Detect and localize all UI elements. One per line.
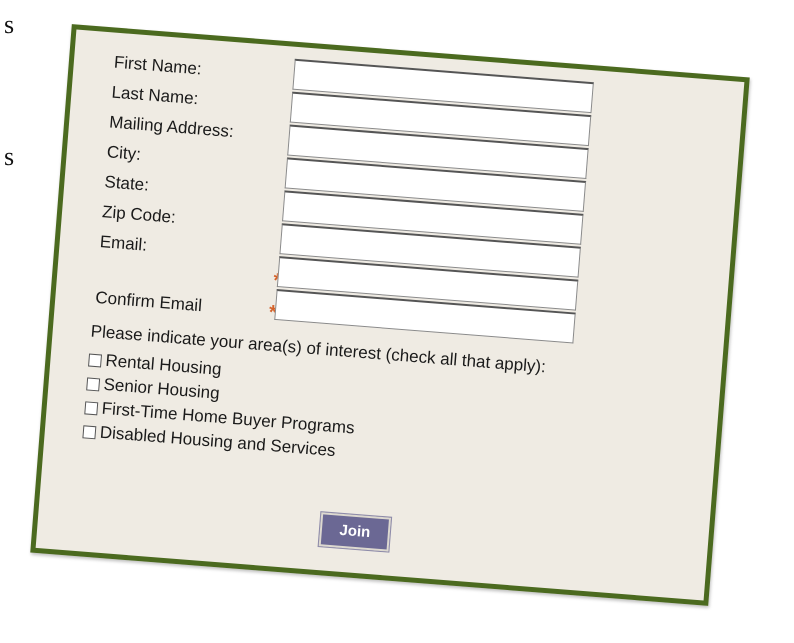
first-name-label: First Name: bbox=[113, 52, 203, 79]
first-time-home-buyer-checkbox[interactable] bbox=[84, 400, 99, 415]
signup-form-card: First Name: Last Name: Mailing Address: … bbox=[30, 24, 750, 606]
confirm-email-label: Confirm Email bbox=[94, 287, 203, 316]
state-label: State: bbox=[103, 172, 150, 195]
zip-code-label: Zip Code: bbox=[101, 202, 177, 227]
email-label: Email: bbox=[99, 232, 148, 255]
city-label: City: bbox=[106, 142, 142, 164]
senior-housing-checkbox[interactable] bbox=[86, 376, 101, 391]
mailing-address-label: Mailing Address: bbox=[108, 112, 235, 142]
background-text-fragment: s bbox=[4, 142, 15, 171]
form-fields bbox=[274, 58, 602, 344]
last-name-label: Last Name: bbox=[110, 82, 200, 109]
screenshot-page: s s First Name: Last Name: Mailing Addre… bbox=[0, 0, 794, 643]
rental-housing-checkbox[interactable] bbox=[88, 353, 103, 367]
disabled-housing-checkbox[interactable] bbox=[82, 424, 97, 439]
background-text-fragment: s bbox=[4, 10, 15, 39]
field-labels: First Name: Last Name: Mailing Address: … bbox=[95, 53, 314, 324]
join-button[interactable]: Join bbox=[317, 511, 393, 553]
